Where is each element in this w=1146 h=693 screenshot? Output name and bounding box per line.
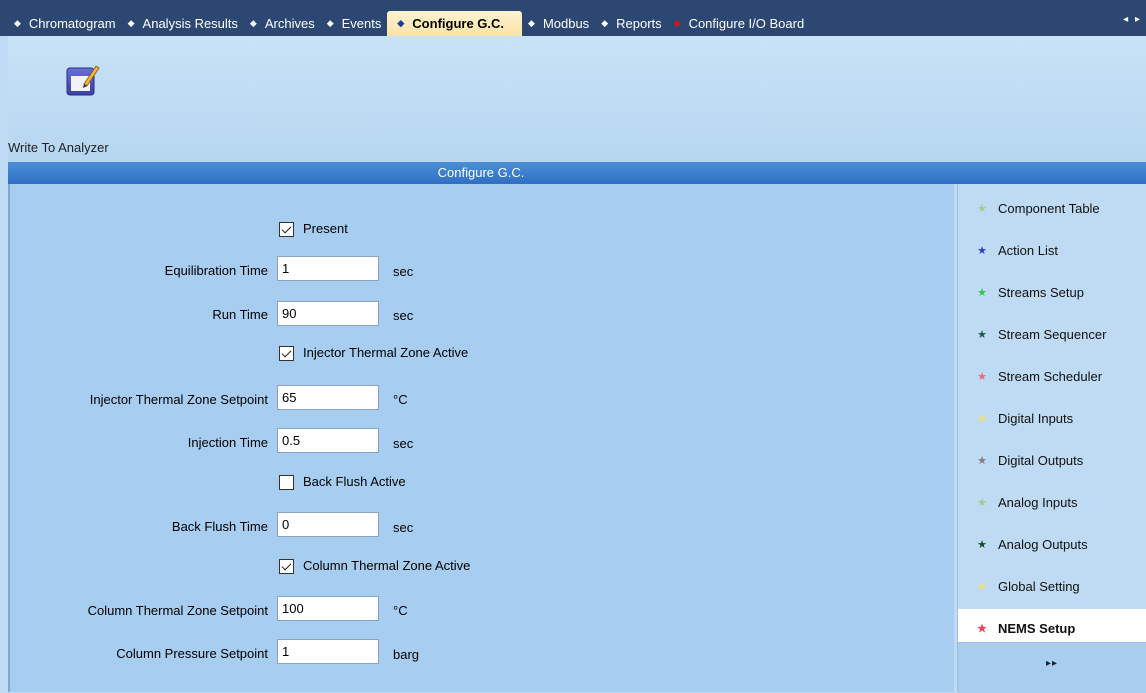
star-icon: ★ <box>977 413 987 425</box>
panel-title: Configure G.C. <box>437 165 525 180</box>
nav-item-digital-outputs[interactable]: ★ Digital Outputs <box>958 441 1146 480</box>
tab-diamond-icon: ◆ <box>601 18 609 28</box>
injection-time-label: Injection Time <box>187 435 268 450</box>
tab-events[interactable]: ◆ Events <box>321 11 388 36</box>
tab-diamond-icon: ◆ <box>14 18 21 28</box>
injector-setpoint-input[interactable] <box>277 385 379 410</box>
nav-item-component-table[interactable]: ★ Component Table <box>958 189 1146 228</box>
tab-label: Chromatogram <box>28 16 116 31</box>
column-setpoint-input[interactable] <box>277 596 379 621</box>
equilibration-time-unit: sec <box>393 264 414 279</box>
star-icon: ★ <box>977 245 987 257</box>
star-icon: ★ <box>977 455 987 467</box>
star-icon: ★ <box>977 371 987 383</box>
write-to-analyzer-icon <box>66 65 100 96</box>
tab-diamond-icon: ◆ <box>528 18 535 28</box>
tab-label: Analysis Results <box>142 16 238 31</box>
tab-diamond-icon: ◆ <box>326 18 334 28</box>
injection-time-input[interactable] <box>277 428 379 453</box>
injector-zone-active-label: Injector Thermal Zone Active <box>303 345 469 360</box>
nav-item-label: Streams Setup <box>998 285 1084 300</box>
injector-zone-active-checkbox[interactable] <box>279 346 294 361</box>
nav-item-streams-setup[interactable]: ★ Streams Setup <box>958 273 1146 312</box>
column-pressure-input[interactable] <box>277 639 379 664</box>
run-time-label: Run Time <box>212 307 268 322</box>
nav-more-button[interactable]: ▸▸ <box>958 642 1146 693</box>
tab-strip: ◆ Chromatogram ◆ Analysis Results ◆ Archives ◆… <box>8 11 810 36</box>
back-flush-active-label: Back Flush Active <box>303 474 406 489</box>
equilibration-time-input[interactable] <box>277 256 379 281</box>
tab-archives[interactable]: ◆ Archives <box>244 11 321 36</box>
tab-scroll-arrows[interactable]: ◂ ▸ <box>1123 14 1142 25</box>
column-zone-active-label: Column Thermal Zone Active <box>303 558 471 573</box>
star-icon: ★ <box>977 581 987 593</box>
back-flush-time-input[interactable] <box>277 512 379 537</box>
injector-setpoint-label: Injector Thermal Zone Setpoint <box>89 392 268 407</box>
star-icon: ★ <box>977 623 987 635</box>
nav-item-global-setting[interactable]: ★ Global Setting <box>958 567 1146 606</box>
toolbar: Write To Analyzer <box>8 36 1146 162</box>
tab-modbus[interactable]: ◆ Modbus <box>522 11 595 36</box>
run-time-input[interactable] <box>277 301 379 326</box>
nav-item-label: Action List <box>998 243 1058 258</box>
tab-label: Reports <box>616 16 662 31</box>
injection-time-unit: sec <box>393 436 414 451</box>
configure-gc-form: Present Equilibration Time sec Run Time … <box>8 184 954 692</box>
tab-diamond-icon: ◆ <box>673 18 681 28</box>
star-icon: ★ <box>977 203 987 215</box>
nav-item-label: Digital Inputs <box>998 411 1074 426</box>
column-zone-active-checkbox[interactable] <box>279 559 294 574</box>
write-to-analyzer-label: Write To Analyzer <box>8 140 109 155</box>
tab-label: Configure G.C. <box>412 16 505 31</box>
star-icon: ★ <box>977 287 987 299</box>
tab-diamond-icon: ◆ <box>249 18 257 28</box>
nav-item-digital-inputs[interactable]: ★ Digital Inputs <box>958 399 1146 438</box>
back-flush-time-unit: sec <box>393 520 414 535</box>
equilibration-time-label: Equilibration Time <box>164 263 268 278</box>
nav-item-analog-outputs[interactable]: ★ Analog Outputs <box>958 525 1146 564</box>
back-flush-active-checkbox[interactable] <box>279 475 294 490</box>
column-pressure-unit: barg <box>393 647 420 662</box>
star-icon: ★ <box>977 497 987 509</box>
nav-item-action-list[interactable]: ★ Action List <box>958 231 1146 270</box>
tab-reports[interactable]: ◆ Reports <box>595 11 667 36</box>
nav-item-stream-scheduler[interactable]: ★ Stream Scheduler <box>958 357 1146 396</box>
back-flush-time-label: Back Flush Time <box>171 519 268 534</box>
tab-label: Events <box>341 16 382 31</box>
tab-chromatogram[interactable]: ◆ Chromatogram <box>8 11 122 36</box>
star-icon: ★ <box>977 329 987 341</box>
nav-item-label: Stream Scheduler <box>998 369 1103 384</box>
star-icon: ★ <box>977 539 987 551</box>
nav-item-label: Component Table <box>998 201 1100 216</box>
tab-configure-i-o-board[interactable]: ◆ Configure I/O Board <box>668 11 811 36</box>
nav-item-label: Digital Outputs <box>998 453 1084 468</box>
present-label: Present <box>303 221 348 236</box>
nav-item-analog-inputs[interactable]: ★ Analog Inputs <box>958 483 1146 522</box>
tab-label: Modbus <box>542 16 590 31</box>
nav-item-label: Analog Inputs <box>998 495 1078 510</box>
run-time-unit: sec <box>393 308 414 323</box>
tab-label: Archives <box>264 16 315 31</box>
config-nav-panel: ★ NEMS Setup ★ Global Setting ★ Analog Output… <box>957 184 1146 693</box>
nav-item-label: Analog Outputs <box>998 537 1088 552</box>
nav-item-stream-sequencer[interactable]: ★ Stream Sequencer <box>958 315 1146 354</box>
present-checkbox[interactable] <box>279 222 294 237</box>
tab-analysis-results[interactable]: ◆ Analysis Results <box>122 11 244 36</box>
write-to-analyzer-button[interactable]: Write To Analyzer <box>8 56 158 155</box>
column-setpoint-unit: °C <box>393 603 408 618</box>
tab-configure-g-c[interactable]: ◆ Configure G.C. <box>387 11 523 36</box>
injector-setpoint-unit: °C <box>393 392 408 407</box>
tab-label: Configure I/O Board <box>688 16 805 31</box>
nav-item-label: NEMS Setup <box>998 621 1076 636</box>
column-pressure-label: Column Pressure Setpoint <box>116 646 268 661</box>
double-chevron-right-icon: ▸▸ <box>1046 658 1059 669</box>
column-setpoint-label: Column Thermal Zone Setpoint <box>87 603 268 618</box>
nav-item-label: Stream Sequencer <box>998 327 1107 342</box>
tab-diamond-icon: ◆ <box>127 18 135 28</box>
tab-bar: ◆ Chromatogram ◆ Analysis Results ◆ Archives ◆… <box>0 0 1146 36</box>
tab-diamond-icon: ◆ <box>397 18 405 28</box>
nav-item-label: Global Setting <box>998 579 1080 594</box>
